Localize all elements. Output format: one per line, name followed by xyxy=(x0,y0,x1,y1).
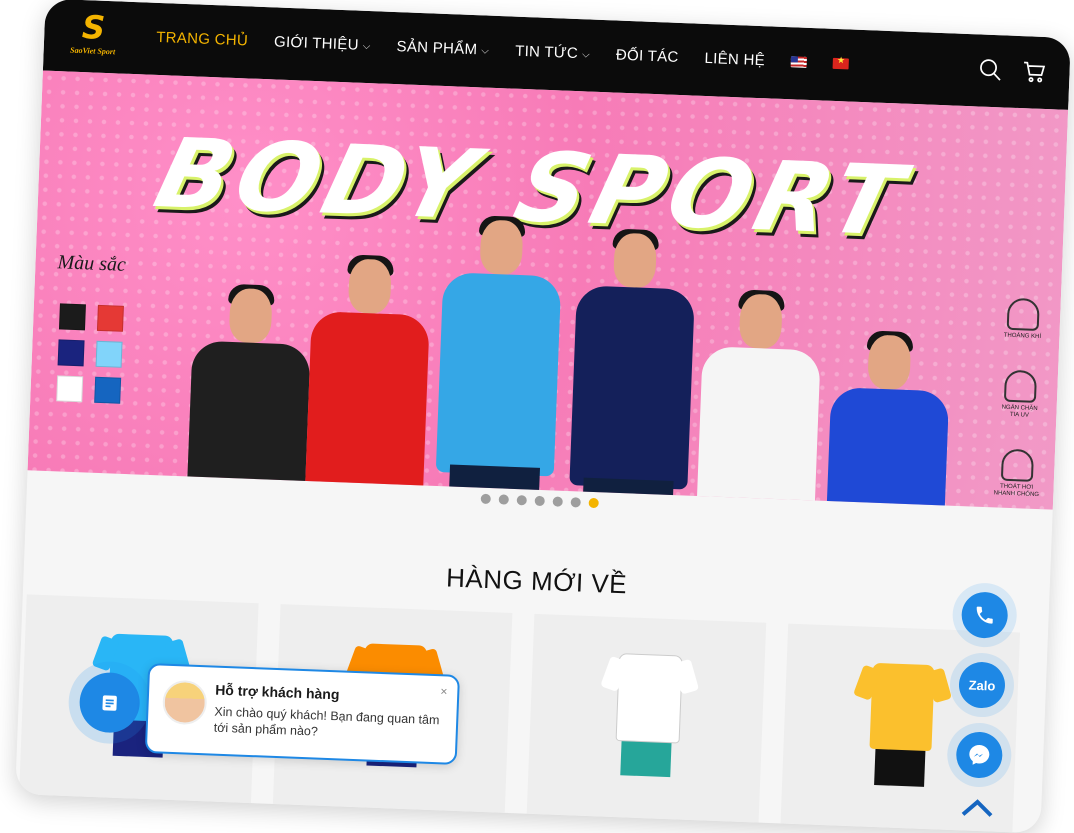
floating-contact-buttons: Zalo xyxy=(945,581,1018,824)
color-swatch-1[interactable] xyxy=(96,304,124,332)
nav-item-label: ĐỐI TÁC xyxy=(615,46,679,66)
vn-flag[interactable] xyxy=(832,57,850,70)
product-card-2[interactable] xyxy=(526,613,767,823)
slider-dot-2[interactable] xyxy=(516,495,527,506)
chevron-down-icon: ⌵ xyxy=(581,49,591,61)
model-3 xyxy=(558,228,707,510)
model-5 xyxy=(812,330,961,510)
slider-dot-1[interactable] xyxy=(498,494,509,505)
feature-badge-0: THOÁNG KHÍ xyxy=(999,297,1047,341)
support-avatar xyxy=(161,679,208,726)
cart-icon[interactable] xyxy=(1021,58,1048,85)
slider-dot-3[interactable] xyxy=(534,495,545,507)
feature-text: THOÁNG KHÍ xyxy=(1003,332,1042,341)
feature-icon xyxy=(1000,448,1035,482)
slider-dot-4[interactable] xyxy=(552,496,563,507)
chat-bubble-icon xyxy=(78,671,141,734)
slider-dot-6[interactable] xyxy=(588,497,599,509)
feature-badges: THOÁNG KHÍ NGĂN CHẶN TIA UV THOÁT HƠI NHAN… xyxy=(990,297,1047,509)
nav-item-5[interactable]: LIÊN HỆ xyxy=(704,50,765,69)
nav-item-label: TIN TỨC xyxy=(514,42,579,63)
color-swatch-5[interactable] xyxy=(94,376,122,404)
slider-dot-0[interactable] xyxy=(480,493,491,505)
close-icon[interactable]: × xyxy=(440,684,448,698)
feature-text: THOÁT HƠI NHANH CHÓNG xyxy=(993,483,1040,499)
feature-text: NGĂN CHẶN TIA UV xyxy=(1001,404,1038,419)
phone-icon xyxy=(960,591,1009,639)
logo-text: SaoViet Sport xyxy=(69,45,116,57)
feature-badge-1: NGĂN CHẶN TIA UV xyxy=(996,369,1044,420)
phone-button[interactable] xyxy=(951,581,1018,649)
color-swatch-0[interactable] xyxy=(58,303,86,331)
nav-item-0[interactable]: TRANG CHỦ xyxy=(156,29,248,50)
chevron-down-icon: ⌵ xyxy=(481,45,490,57)
product-shorts-image xyxy=(874,745,926,787)
logo-mark: S xyxy=(81,8,106,47)
brand-logo[interactable]: S SaoViet Sport xyxy=(57,8,129,64)
color-swatches xyxy=(56,303,124,404)
chat-popup[interactable]: Hỗ trợ khách hàng Xin chào quý khách! Bạ… xyxy=(144,663,460,765)
zalo-button[interactable]: Zalo xyxy=(948,651,1016,719)
hero-banner[interactable]: BODY SPORT Màu sắc THOÁNG KHÍ NGĂN CHẶN T… xyxy=(27,70,1069,510)
product-jersey-image xyxy=(869,662,935,752)
model-1 xyxy=(292,254,441,510)
messenger-button[interactable] xyxy=(946,721,1013,789)
nav-item-label: SẢN PHẨM xyxy=(396,38,478,59)
feature-badge-2: THOÁT HƠI NHANH CHÓNG xyxy=(993,448,1041,499)
nav-item-1[interactable]: GIỚI THIỆU ⌵ xyxy=(274,33,371,54)
feature-icon xyxy=(1003,369,1038,403)
nav-item-2[interactable]: SẢN PHẨM ⌵ xyxy=(396,38,489,59)
search-icon[interactable] xyxy=(977,56,1004,83)
nav-item-label: LIÊN HỆ xyxy=(704,49,766,70)
product-jersey-image xyxy=(615,653,683,744)
chat-title: Hỗ trợ khách hàng xyxy=(214,681,340,703)
website-page: S SaoViet Sport TRANG CHỦ GIỚI THIỆU ⌵ SẢN … xyxy=(15,0,1071,833)
nav-item-3[interactable]: TIN TỨC ⌵ xyxy=(515,43,590,63)
feature-icon xyxy=(1006,297,1040,331)
color-swatch-3[interactable] xyxy=(95,340,123,368)
scroll-top-chevron-icon[interactable] xyxy=(957,792,998,824)
color-swatch-2[interactable] xyxy=(57,339,85,367)
slider-dot-5[interactable] xyxy=(570,497,581,508)
stage: S SaoViet Sport TRANG CHỦ GIỚI THIỆU ⌵ SẢN … xyxy=(0,0,1074,833)
zalo-label: Zalo xyxy=(958,661,1006,709)
main-nav: TRANG CHỦ GIỚI THIỆU ⌵ SẢN PHẨM ⌵ TIN TỨC ⌵ ĐỐI… xyxy=(156,29,850,73)
messenger-icon xyxy=(955,731,1004,779)
en-flag[interactable] xyxy=(790,56,808,68)
header-icons xyxy=(977,56,1048,85)
nav-item-label: TRANG CHỦ xyxy=(155,28,249,50)
nav-item-label: GIỚI THIỆU xyxy=(273,33,360,54)
color-label: Màu sắc xyxy=(57,251,127,276)
color-swatch-4[interactable] xyxy=(56,375,84,403)
model-4 xyxy=(683,289,832,510)
nav-item-4[interactable]: ĐỐI TÁC xyxy=(616,47,679,66)
chat-message: Xin chào quý khách! Bạn đang quan tâm tớ… xyxy=(213,704,440,739)
model-2 xyxy=(424,215,573,510)
chevron-down-icon: ⌵ xyxy=(362,40,371,53)
